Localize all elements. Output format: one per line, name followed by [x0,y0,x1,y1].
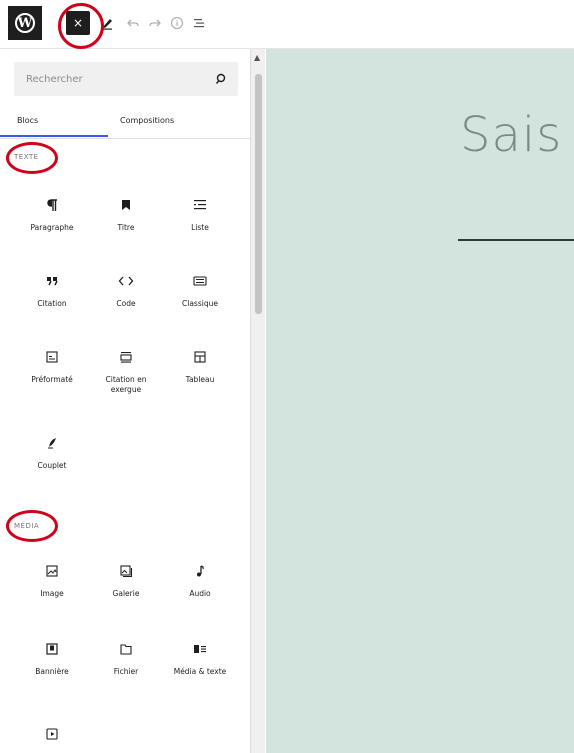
block-label: Liste [191,223,209,232]
block-video[interactable] [16,724,88,752]
media-text-icon [194,645,206,653]
block-label: Audio [189,589,211,598]
keyboard-icon [193,276,207,286]
pullquote-icon [120,352,132,363]
block-media-text[interactable]: Média & texte [164,639,236,677]
block-label: Média & texte [173,667,227,676]
details-button[interactable] [168,14,186,32]
wordpress-icon: W [15,13,35,33]
quote-icon [47,277,58,286]
image-icon [46,565,58,577]
block-label: Classique [182,299,218,308]
undo-icon [127,19,139,27]
redo-icon [149,19,161,27]
list-view-icon [194,19,204,28]
cover-icon [46,643,58,655]
wordpress-logo-button[interactable]: W [8,6,42,40]
inserter-tabs: Blocs Compositions [0,110,250,139]
block-inserter-panel: Blocs Compositions TEXTE Paragraphe Titr… [0,49,251,753]
post-title[interactable]: Sais [460,107,562,163]
audio-icon [197,565,204,577]
list-view-button[interactable] [190,14,208,32]
block-label: Paragraphe [30,223,74,232]
editor-canvas[interactable]: Sais [266,49,574,753]
paragraph-icon [47,199,57,211]
scroll-thumb[interactable] [255,74,262,314]
gallery-icon [120,565,133,578]
tab-blocks[interactable]: Blocs [17,116,38,125]
block-label: Couplet [37,461,67,470]
block-heading[interactable]: Titre [90,195,162,233]
separator-line [458,239,574,241]
close-inserter-button[interactable]: × [66,11,90,35]
block-classic[interactable]: Classique [164,271,236,309]
section-title-media: MÉDIA [14,522,40,530]
block-image[interactable]: Image [16,561,88,599]
block-cover[interactable]: Bannière [16,639,88,677]
block-preformatted[interactable]: Préformaté [16,347,88,385]
block-label: Fichier [113,667,139,676]
search-input[interactable] [14,62,228,96]
block-label: Tableau [185,375,215,384]
block-paragraph[interactable]: Paragraphe [16,195,88,233]
undo-button[interactable] [124,14,142,32]
top-toolbar: W × [0,0,574,49]
pencil-icon [102,19,112,30]
table-icon [194,351,206,363]
redo-button[interactable] [146,14,164,32]
block-file[interactable]: Fichier [90,639,162,677]
bookmark-icon [122,200,130,210]
code-icon [118,276,134,286]
preformatted-icon [46,351,58,363]
search-icon[interactable] [214,72,228,86]
block-pullquote[interactable]: Citation en exergue [90,347,162,395]
block-label: Image [40,589,64,598]
info-icon [170,16,184,30]
block-label: Citation [37,299,67,308]
chevron-up-icon[interactable]: ▲ [254,53,260,62]
folder-icon [120,644,132,655]
tab-patterns[interactable]: Compositions [120,116,174,125]
block-label: Titre [117,223,135,232]
block-label: Citation en exergue [105,375,147,394]
close-icon: × [72,16,84,30]
block-quote[interactable]: Citation [16,271,88,309]
block-list[interactable]: Liste [164,195,236,233]
sidebar-scrollbar[interactable]: ▲ [251,49,265,753]
block-gallery[interactable]: Galerie [90,561,162,599]
block-table[interactable]: Tableau [164,347,236,385]
block-label: Bannière [35,667,69,676]
block-audio[interactable]: Audio [164,561,236,599]
active-tab-indicator [0,135,108,137]
block-label: Préformaté [31,375,73,384]
block-label: Code [116,299,136,308]
tools-button[interactable] [98,14,116,32]
block-label: Galerie [112,589,140,598]
video-icon [46,728,58,740]
section-title-text: TEXTE [14,153,39,161]
block-code[interactable]: Code [90,271,162,309]
list-icon [194,200,206,210]
search-box [14,62,238,96]
quill-icon [48,438,56,449]
block-verse[interactable]: Couplet [16,433,88,471]
